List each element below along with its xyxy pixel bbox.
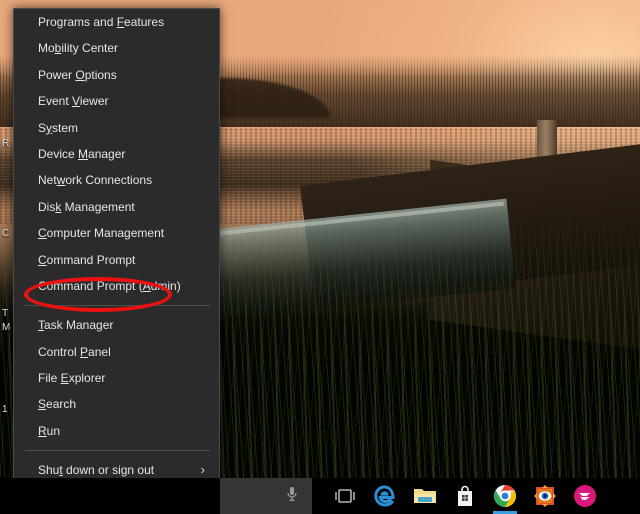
menu-separator	[25, 305, 210, 307]
menu-item-network-connections[interactable]: Network Connections	[14, 167, 219, 193]
menu-item-label: Power Options	[38, 67, 117, 82]
menu-item-label: Event Viewer	[38, 94, 109, 109]
menu-item-disk-management[interactable]: Disk Management	[14, 194, 219, 220]
menu-item-label: Command Prompt	[38, 252, 136, 267]
menu-item-label: Run	[38, 423, 61, 438]
power-user-menu[interactable]: Programs and Features Mobility Center Powe…	[13, 8, 220, 506]
menu-item-label: Shut down or sign out	[38, 463, 155, 478]
taskbar-search-box[interactable]	[220, 478, 312, 514]
task-view-icon[interactable]	[325, 478, 365, 514]
menu-item-run[interactable]: Run	[14, 418, 219, 444]
menu-item-label: Search	[38, 397, 77, 412]
menu-item-file-explorer[interactable]: File Explorer	[14, 365, 219, 391]
menu-item-label: Mobility Center	[38, 41, 119, 56]
menu-item-label: Command Prompt (Admin)	[38, 278, 181, 293]
menu-item-label: File Explorer	[38, 371, 106, 386]
microphone-icon[interactable]	[284, 485, 300, 508]
menu-item-command-prompt[interactable]: Command Prompt	[14, 247, 219, 273]
menu-item-label: Computer Management	[38, 226, 165, 241]
menu-item-programs-and-features[interactable]: Programs and Features	[14, 9, 219, 35]
file-explorer-icon[interactable]	[405, 478, 445, 514]
pink-app-icon[interactable]	[565, 478, 605, 514]
desktop-icon-label: 1	[2, 404, 8, 415]
microsoft-edge-icon[interactable]	[365, 478, 405, 514]
menu-item-label: Device Manager	[38, 146, 126, 161]
menu-item-label: Disk Management	[38, 199, 135, 214]
desktop-icon-label: T	[2, 308, 9, 319]
desktop-icon-label: M	[2, 322, 11, 333]
menu-item-control-panel[interactable]: Control Panel	[14, 339, 219, 365]
menu-item-label: Network Connections	[38, 173, 153, 188]
menu-item-command-prompt-admin[interactable]: Command Prompt (Admin)	[14, 273, 219, 299]
google-chrome-icon[interactable]	[485, 478, 525, 514]
menu-item-mobility-center[interactable]: Mobility Center	[14, 35, 219, 61]
taskbar[interactable]	[0, 478, 640, 514]
menu-item-system[interactable]: System	[14, 115, 219, 141]
menu-item-label: Task Manager	[38, 318, 114, 333]
desktop-screen: R C TM 1 Programs and Features Mobility Cent…	[0, 0, 640, 514]
menu-item-computer-management[interactable]: Computer Management	[14, 220, 219, 246]
menu-item-label: Control Panel	[38, 344, 111, 359]
menu-item-task-manager[interactable]: Task Manager	[14, 312, 219, 338]
menu-item-event-viewer[interactable]: Event Viewer	[14, 88, 219, 114]
microsoft-store-icon[interactable]	[445, 478, 485, 514]
menu-item-label: Programs and Features	[38, 15, 165, 29]
menu-item-search[interactable]: Search	[14, 391, 219, 417]
menu-separator	[25, 450, 210, 452]
desktop-icon-label: C	[2, 228, 10, 239]
desktop-icon-label: R	[2, 138, 10, 149]
eye-app-icon[interactable]	[525, 478, 565, 514]
menu-item-device-manager[interactable]: Device Manager	[14, 141, 219, 167]
menu-item-label: System	[38, 120, 79, 135]
menu-item-power-options[interactable]: Power Options	[14, 62, 219, 88]
